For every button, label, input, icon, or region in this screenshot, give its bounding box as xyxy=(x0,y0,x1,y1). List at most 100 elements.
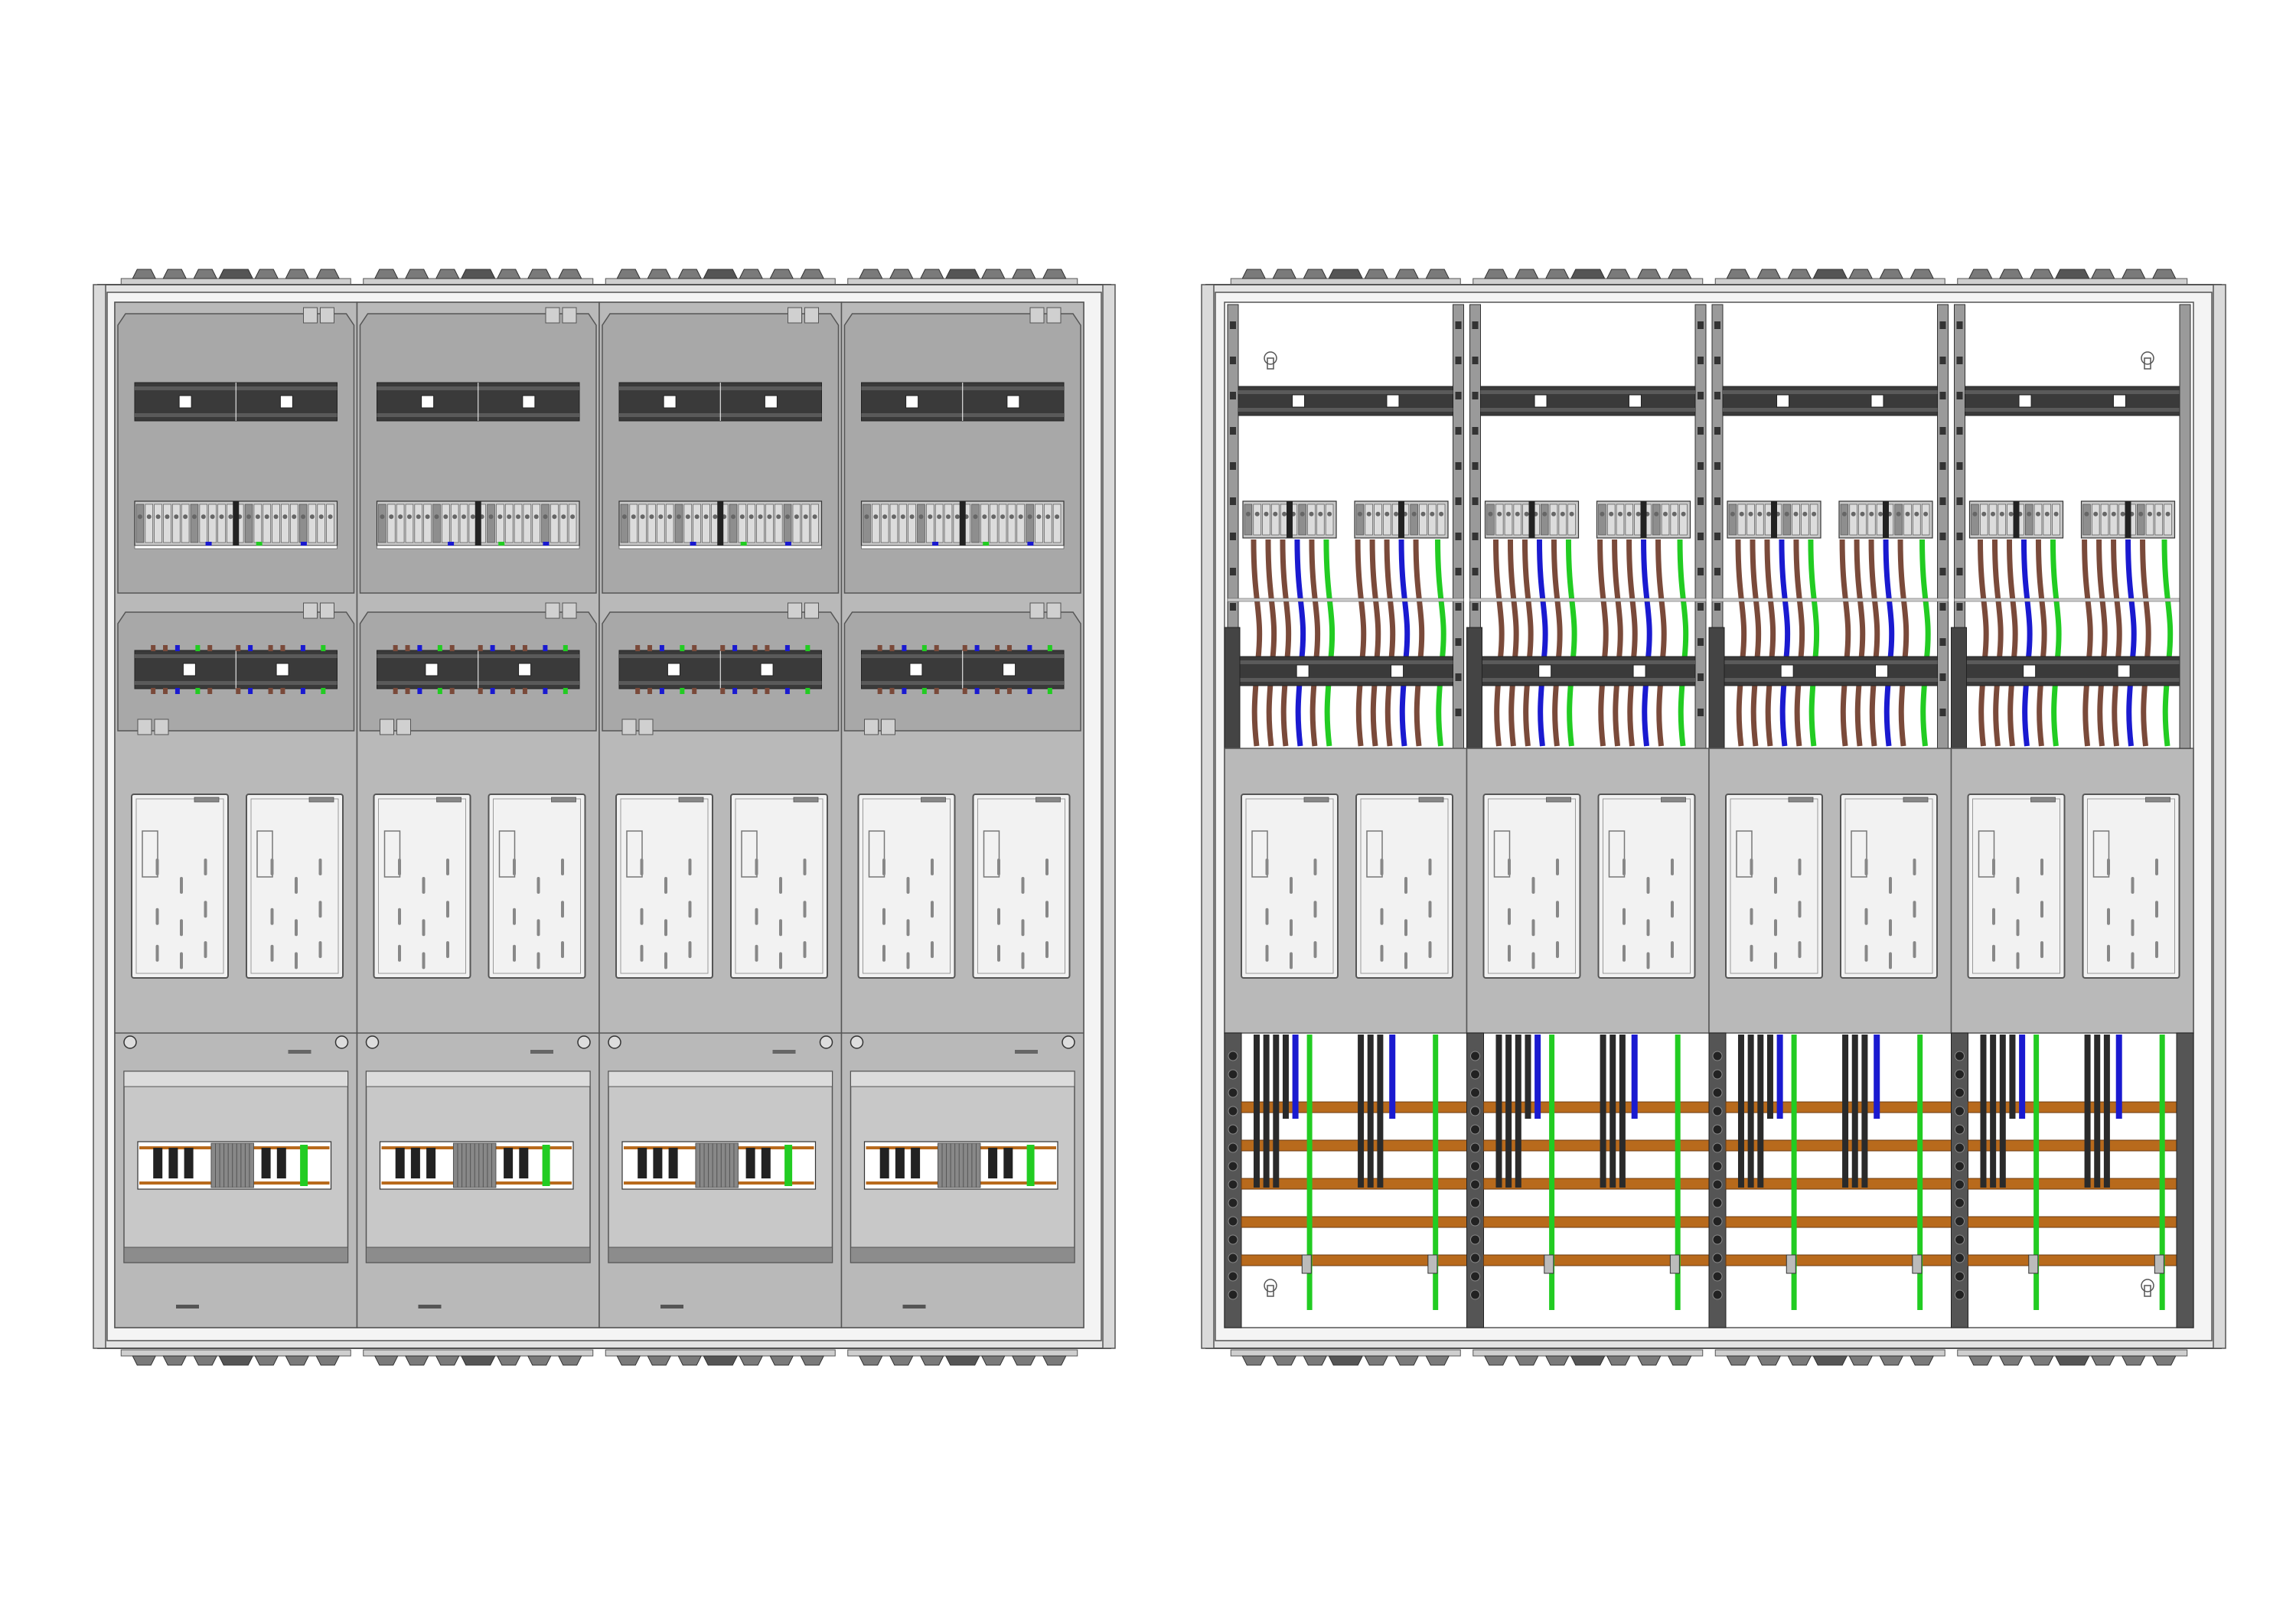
terminal-screw xyxy=(864,514,869,520)
wire-stub xyxy=(236,688,241,694)
rail-slot xyxy=(1230,603,1236,611)
terminal-screw xyxy=(1766,511,1772,517)
terminal-cell xyxy=(629,504,638,543)
rail-slot xyxy=(1698,603,1704,611)
tower-screw xyxy=(1470,1198,1480,1208)
terminal-cell xyxy=(944,504,953,543)
terminal-screw xyxy=(731,514,736,520)
terminal-cell xyxy=(1262,504,1270,536)
din-rail-lip xyxy=(1480,408,1695,412)
pe-clamp xyxy=(2154,1254,2164,1274)
cover-latch xyxy=(396,719,411,735)
terminal-cell xyxy=(326,504,334,543)
meter-terminal-slot xyxy=(1508,944,1511,962)
terminal-cell xyxy=(702,504,710,543)
pe-terminal xyxy=(1026,1145,1035,1186)
gland-knob xyxy=(218,1355,254,1366)
terminal-screw xyxy=(937,514,942,520)
meter-label-slot xyxy=(1788,797,1814,803)
label-slot xyxy=(176,1305,199,1309)
rail-slot xyxy=(1698,321,1704,329)
tower-screw xyxy=(1955,1198,1965,1208)
rail-slot xyxy=(1455,673,1462,681)
wire-stub xyxy=(321,645,326,651)
black-conductor xyxy=(2009,1035,2016,1119)
rail-mount-clip xyxy=(1003,663,1016,676)
meter-terminal-slot xyxy=(1623,908,1626,925)
tower-screw xyxy=(1228,1179,1238,1190)
terminal-screw xyxy=(1318,511,1323,517)
terminal-cell xyxy=(1809,504,1818,536)
terminal-screw xyxy=(1524,511,1529,517)
wire-stub xyxy=(300,645,305,651)
din-rail-lip xyxy=(1723,408,1938,412)
meter-terminal-slot xyxy=(536,952,540,970)
terminal-screw xyxy=(1282,511,1287,517)
din-rail xyxy=(1480,656,1696,686)
terminal-cell xyxy=(1598,504,1606,536)
gland-strip xyxy=(1473,278,1704,285)
rail-slot xyxy=(1939,568,1946,575)
wire-stub xyxy=(207,645,213,651)
meter-terminal-slot xyxy=(398,944,401,962)
meter-terminal-slot xyxy=(398,859,401,875)
terminal-cell xyxy=(459,504,468,543)
terminal-cell xyxy=(1244,504,1253,536)
rail-slot xyxy=(1956,357,1963,364)
cover-support-bar xyxy=(1954,598,2191,602)
tower-screw xyxy=(1712,1069,1723,1080)
terminal-screw xyxy=(1663,511,1668,517)
busbar-terminal xyxy=(168,1148,178,1178)
meter-label-slot xyxy=(308,797,334,803)
terminal-cell xyxy=(1921,504,1930,536)
rail-slot xyxy=(1714,568,1720,575)
meter-terminal-slot xyxy=(180,877,183,894)
black-conductor xyxy=(1389,1035,1396,1119)
tower-screw xyxy=(1712,1142,1723,1153)
terminal-screw xyxy=(1972,511,1978,517)
terminal-cell xyxy=(1383,504,1391,536)
vertical-mount-rail xyxy=(1694,304,1707,749)
rail-slot xyxy=(1472,603,1479,611)
terminal-screw xyxy=(318,514,324,520)
meter-terminal-slot xyxy=(513,944,516,962)
wire-stub xyxy=(248,645,253,651)
rail-slot xyxy=(1230,427,1236,435)
wire-stub xyxy=(995,645,1000,651)
terminal-cell xyxy=(272,504,280,543)
terminal-cell xyxy=(308,504,317,543)
lower-cover-lip xyxy=(366,1071,591,1087)
rail-mount-clip xyxy=(279,395,293,409)
meter-label-slot xyxy=(1035,797,1061,803)
terminal-screw xyxy=(452,514,458,520)
meter-terminal-slot xyxy=(931,941,934,958)
side-rail-left xyxy=(93,284,106,1349)
terminal-cell xyxy=(1549,504,1558,536)
wire-stub xyxy=(268,688,273,694)
terminal-cell xyxy=(487,504,495,543)
wire-stub xyxy=(543,688,548,694)
meter-window xyxy=(730,794,828,979)
meter-label-slot xyxy=(921,797,946,803)
tower-screw xyxy=(1228,1216,1238,1227)
label-slot xyxy=(1015,1050,1038,1054)
terminal-screw xyxy=(982,514,987,520)
terminal-cell xyxy=(2109,504,2118,536)
gland-strip xyxy=(363,1349,594,1357)
terminal-cell xyxy=(550,504,559,543)
pe-clamp xyxy=(1427,1254,1438,1274)
meter-terminal-slot xyxy=(755,944,758,962)
terminal-screw xyxy=(488,514,494,520)
gland-strip xyxy=(847,1349,1078,1357)
meter-terminal-slot xyxy=(1404,952,1407,970)
terminal-screw xyxy=(1793,511,1799,517)
wire-stub xyxy=(280,645,285,651)
cover-latch xyxy=(788,602,802,619)
lower-cover-base xyxy=(608,1247,833,1263)
meter-window xyxy=(1482,794,1581,979)
rail-mount-clip xyxy=(1870,394,1884,408)
lower-cover-base xyxy=(123,1247,348,1263)
tower-screw xyxy=(1955,1106,1965,1116)
terminal-screw xyxy=(470,514,475,520)
terminal-cell xyxy=(2092,504,2100,536)
